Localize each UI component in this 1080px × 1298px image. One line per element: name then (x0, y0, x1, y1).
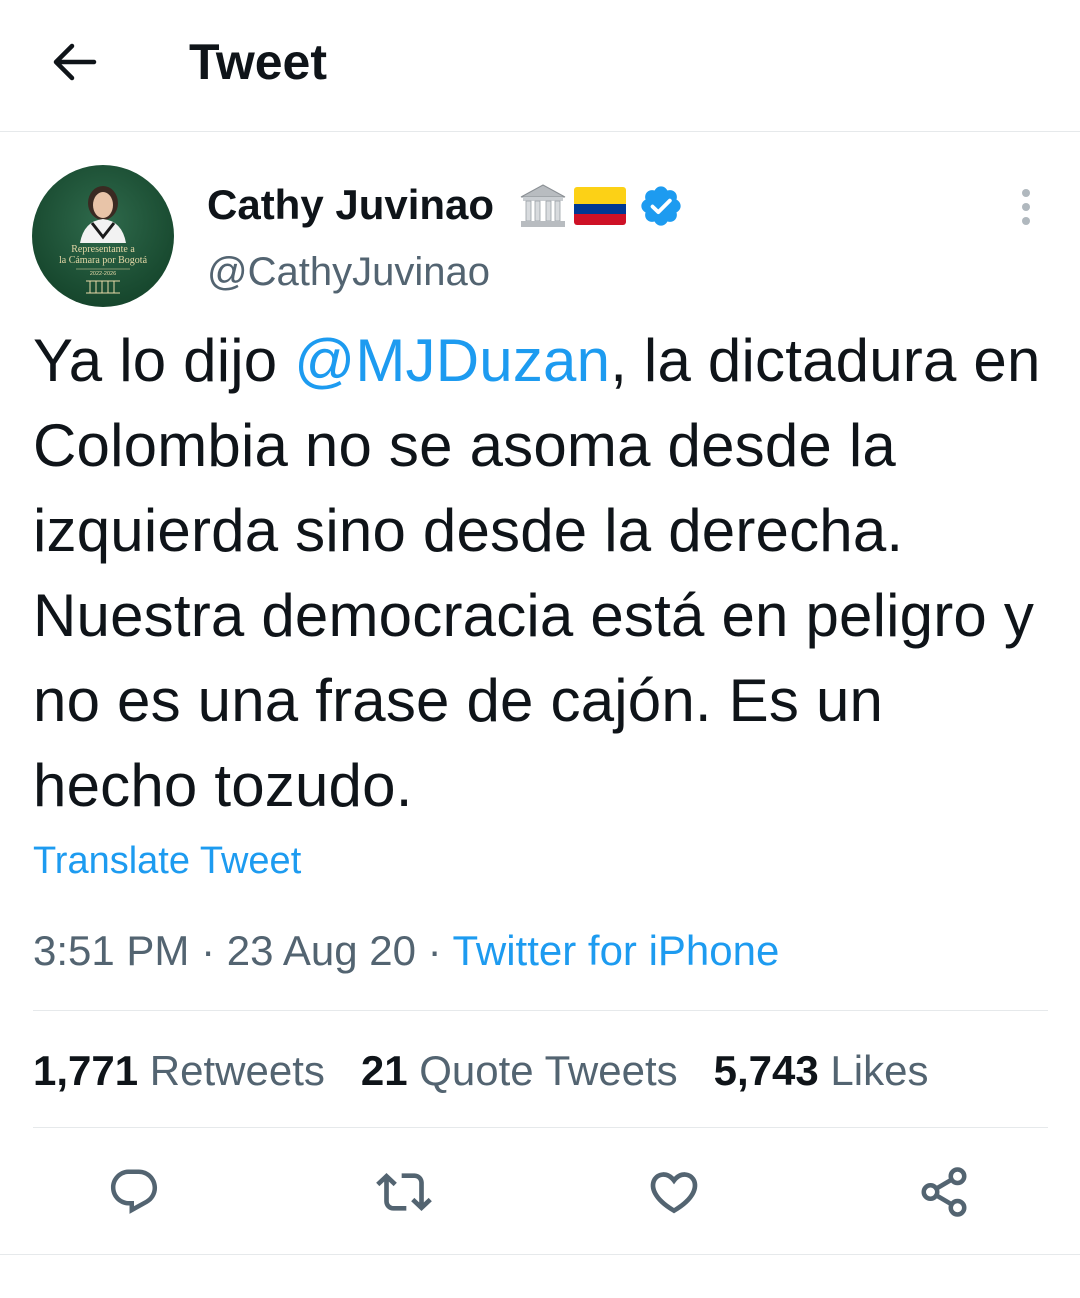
mention-link[interactable]: @MJDuzan (294, 327, 610, 394)
retweet-icon (376, 1173, 432, 1211)
share-button[interactable] (914, 1162, 974, 1222)
retweets-label: Retweets (149, 1047, 325, 1094)
quotes-label: Quote Tweets (419, 1047, 678, 1094)
like-icon (650, 1172, 698, 1214)
avatar[interactable]: Representante a la Cámara por Bogotá 202… (32, 165, 174, 307)
retweets-stat[interactable]: 1,771 Retweets (33, 1045, 325, 1097)
tweet-time[interactable]: 3:51 PM (33, 927, 189, 974)
more-vertical-icon (1022, 189, 1030, 225)
author-display-name[interactable]: Cathy Juvinao (207, 180, 494, 230)
classical-building-emoji (520, 184, 566, 227)
author-handle[interactable]: @CathyJuvinao (207, 248, 490, 296)
top-bar: Tweet (0, 0, 1080, 132)
likes-label: Likes (830, 1047, 929, 1094)
name-emojis (518, 182, 684, 230)
translate-tweet-link[interactable]: Translate Tweet (33, 838, 301, 884)
divider (0, 1254, 1080, 1255)
likes-stat[interactable]: 5,743 Likes (714, 1045, 929, 1097)
reply-button[interactable] (104, 1162, 164, 1222)
avatar-text-line2: la Cámara por Bogotá (59, 255, 148, 266)
avatar-text-line1: Representante a (71, 244, 135, 255)
like-button[interactable] (644, 1162, 704, 1222)
tweet-date[interactable]: 23 Aug 20 (227, 927, 416, 974)
back-button[interactable] (44, 34, 104, 90)
avatar-text-line3: 2022-2026 (90, 271, 116, 277)
likes-count: 5,743 (713, 1047, 819, 1094)
quote-tweets-stat[interactable]: 21 Quote Tweets (361, 1045, 678, 1097)
verified-badge-icon (641, 186, 681, 226)
tweet-meta: 3:51 PM · 23 Aug 20 · Twitter for iPhone (33, 925, 779, 977)
tweet-text: Ya lo dijo @MJDuzan, la dictadura en Col… (33, 318, 1053, 828)
divider (33, 1127, 1048, 1128)
retweet-button[interactable] (374, 1162, 434, 1222)
meta-separator: · (427, 927, 442, 974)
tweet-stats: 1,771 Retweets 21 Quote Tweets 5,743 Lik… (33, 1045, 928, 1097)
quotes-count: 21 (360, 1047, 408, 1094)
page-title: Tweet (189, 34, 327, 90)
retweets-count: 1,771 (33, 1047, 139, 1094)
more-options-button[interactable] (1008, 186, 1044, 228)
reply-icon (110, 1169, 158, 1214)
arrow-left-icon (53, 43, 97, 81)
tweet-text-start: Ya lo dijo (33, 327, 295, 394)
action-bar (0, 1130, 1080, 1254)
tweet-source-link[interactable]: Twitter for iPhone (453, 927, 780, 974)
meta-separator: · (201, 927, 216, 974)
divider (33, 1010, 1048, 1011)
tweet-text-rest: , la dictadura en Colombia no se asoma d… (33, 327, 1041, 819)
share-icon (921, 1167, 967, 1217)
colombia-flag-emoji (574, 187, 626, 225)
